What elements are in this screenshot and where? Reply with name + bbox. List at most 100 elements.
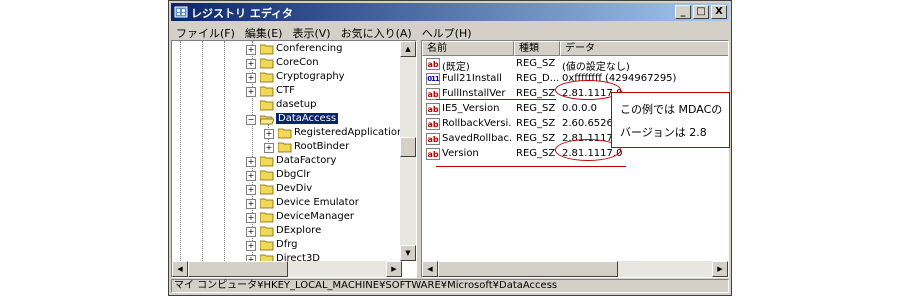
column-header-name[interactable]: 名前 <box>422 41 514 56</box>
expand-icon[interactable]: + <box>246 241 256 251</box>
tree-guide-line <box>180 41 181 263</box>
folder-icon <box>260 100 274 111</box>
callout-line-2: バージョンは 2.8 <box>620 126 707 139</box>
scroll-thumb[interactable] <box>188 261 288 277</box>
expand-icon[interactable]: + <box>246 157 256 167</box>
value-name: SavedRollbac... <box>442 133 512 144</box>
tree-item-label: Dfrg <box>276 239 298 250</box>
regedit-icon <box>174 6 188 18</box>
expand-icon[interactable]: + <box>246 171 256 181</box>
tree-item-label: DataAccess <box>276 113 339 124</box>
value-type: REG_SZ <box>516 103 556 114</box>
expand-icon[interactable]: + <box>246 87 256 97</box>
scroll-left-arrow-icon[interactable]: ◀ <box>422 261 438 277</box>
scroll-thumb[interactable] <box>438 261 618 277</box>
scroll-thumb[interactable] <box>400 137 416 157</box>
string-value-icon: ab <box>426 58 440 70</box>
tree-horizontal-scrollbar[interactable]: ◀ ▶ <box>172 261 402 277</box>
folder-icon <box>260 115 274 125</box>
menu-favorites[interactable]: お気に入り(A) <box>336 22 417 41</box>
folder-icon <box>260 226 274 237</box>
scroll-down-arrow-icon[interactable]: ▼ <box>400 245 416 261</box>
value-name: Full21Install <box>442 73 502 84</box>
expand-icon[interactable]: + <box>246 185 256 195</box>
dword-value-icon: 011 <box>426 73 440 85</box>
value-row[interactable]: ab (既定) REG_SZ (値の設定なし) <box>422 57 728 73</box>
tree-item-label: dasetup <box>276 99 317 110</box>
expand-icon[interactable]: + <box>264 129 274 139</box>
tree-item-label: Device Emulator <box>276 197 359 208</box>
value-name: RollbackVersi... <box>442 118 512 129</box>
value-type: REG_D... <box>516 73 560 84</box>
collapse-icon[interactable]: − <box>246 115 256 125</box>
annotation-underline <box>436 166 626 167</box>
title-bar[interactable]: レジストリ エディタ _ □ X <box>171 3 729 21</box>
expand-icon[interactable]: + <box>246 73 256 83</box>
folder-icon <box>260 58 274 69</box>
menu-help[interactable]: ヘルプ(H) <box>417 22 477 41</box>
value-name: Version <box>442 148 479 159</box>
annotation-underline <box>436 99 556 100</box>
folder-icon <box>260 240 274 251</box>
value-type: REG_SZ <box>516 148 556 159</box>
registry-key-tree[interactable]: + Conferencing + CoreCon + Cryptography + CTF da… <box>171 40 417 278</box>
tree-item-label: RootBinder <box>294 141 350 152</box>
tree-guide-line <box>202 41 203 263</box>
value-type: REG_SZ <box>516 118 556 129</box>
scroll-right-arrow-icon[interactable]: ▶ <box>712 261 728 277</box>
string-value-icon: ab <box>426 133 440 145</box>
expand-icon[interactable]: + <box>246 199 256 209</box>
folder-icon <box>260 156 274 167</box>
folder-icon <box>278 142 292 153</box>
minimize-button[interactable]: _ <box>675 5 691 19</box>
folder-icon <box>260 212 274 223</box>
maximize-button[interactable]: □ <box>693 5 709 19</box>
tree-item-label: CTF <box>276 85 295 96</box>
scroll-up-arrow-icon[interactable]: ▲ <box>400 41 416 57</box>
expand-icon[interactable]: + <box>246 227 256 237</box>
menu-view[interactable]: 表示(V) <box>287 22 335 41</box>
value-type: REG_SZ <box>516 88 556 99</box>
folder-icon <box>260 198 274 209</box>
tree-item-label: DevDiv <box>276 183 313 194</box>
tree-item-label: Cryptography <box>276 71 345 82</box>
expand-icon[interactable]: + <box>246 213 256 223</box>
annotation-callout: この例では MDACの バージョンは 2.8 <box>611 92 730 148</box>
string-value-icon: ab <box>426 103 440 115</box>
folder-icon <box>278 128 292 139</box>
column-header-type[interactable]: 種類 <box>514 41 560 56</box>
scroll-right-arrow-icon[interactable]: ▶ <box>386 261 402 277</box>
string-value-icon: ab <box>426 148 440 160</box>
expand-icon[interactable]: + <box>246 45 256 55</box>
registry-editor-window: レジストリ エディタ _ □ X ファイル(F) 編集(E) 表示(V) お気に… <box>168 0 732 296</box>
string-value-icon: ab <box>426 118 440 130</box>
tree-item-label: Conferencing <box>276 43 343 54</box>
value-name: (既定) <box>442 62 470 73</box>
close-button[interactable]: X <box>711 5 727 19</box>
expand-icon[interactable]: + <box>246 59 256 69</box>
tree-vertical-scrollbar[interactable]: ▲ ▼ <box>400 41 416 261</box>
folder-icon <box>260 184 274 195</box>
tree-item-label: DbgClr <box>276 169 311 180</box>
folder-icon <box>260 44 274 55</box>
tree-item-label: DeviceManager <box>276 211 355 222</box>
value-data: (値の設定なし) <box>562 62 630 73</box>
window-title: レジストリ エディタ <box>191 7 294 20</box>
list-horizontal-scrollbar[interactable]: ◀ ▶ <box>422 261 728 277</box>
expand-icon[interactable]: + <box>264 143 274 153</box>
value-type: REG_SZ <box>516 58 556 69</box>
menu-edit[interactable]: 編集(E) <box>240 22 288 41</box>
tree-item-label: DExplore <box>276 225 322 236</box>
tree-guide-line <box>224 41 225 263</box>
status-bar-path: マイ コンピュータ¥HKEY_LOCAL_MACHINE¥SOFTWARE¥Mi… <box>171 279 729 293</box>
tree-item-label: CoreCon <box>276 57 319 68</box>
column-header-data[interactable]: データ <box>560 41 728 56</box>
scroll-left-arrow-icon[interactable]: ◀ <box>172 261 188 277</box>
callout-line-1: この例では MDACの <box>620 103 723 116</box>
tree-item-label: RegisteredApplications <box>294 127 409 138</box>
folder-icon <box>260 72 274 83</box>
folder-icon <box>260 86 274 97</box>
value-name: FullInstallVer <box>442 88 506 99</box>
menu-file[interactable]: ファイル(F) <box>171 22 240 41</box>
menu-bar: ファイル(F) 編集(E) 表示(V) お気に入り(A) ヘルプ(H) <box>171 22 729 40</box>
